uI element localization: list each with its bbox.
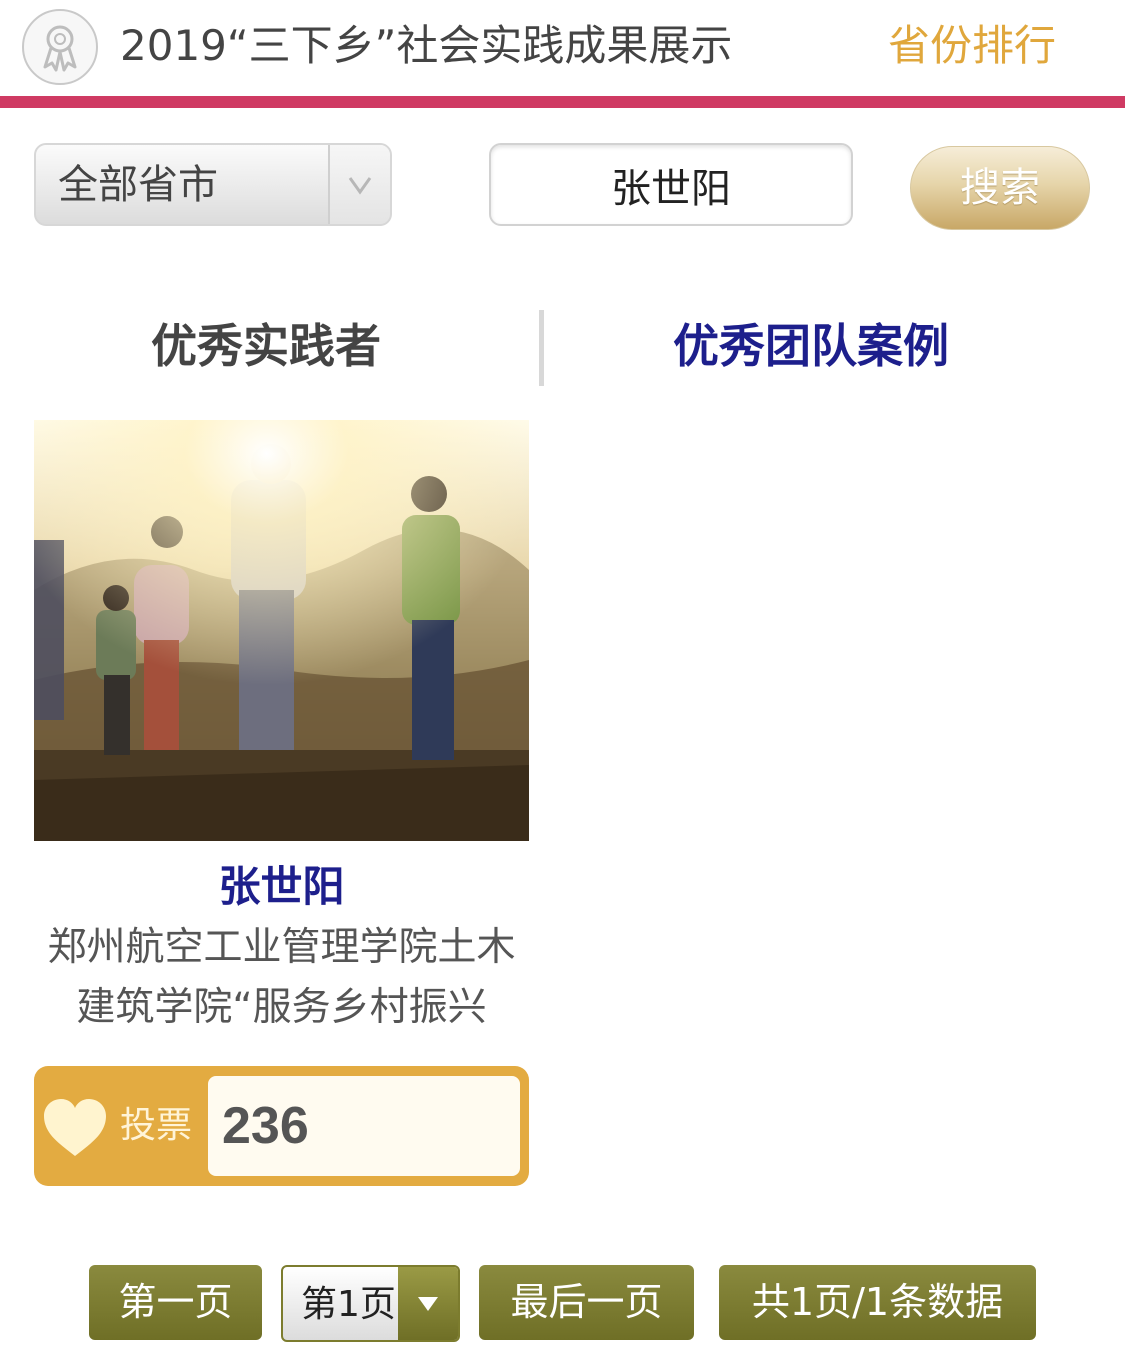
chevron-down-icon bbox=[328, 145, 390, 224]
vote-count-box: 236 bbox=[208, 1076, 520, 1176]
page-select-value: 第1页 bbox=[301, 1284, 396, 1325]
result-photo[interactable] bbox=[34, 420, 529, 841]
page-title: 2019“三下乡”社会实践成果展示 bbox=[120, 21, 733, 70]
vote-button[interactable]: 投票 236 bbox=[34, 1066, 529, 1186]
tab-outstanding-practitioners[interactable]: 优秀实践者 bbox=[151, 314, 381, 378]
province-ranking-link[interactable]: 省份排行 bbox=[888, 18, 1056, 74]
page-select[interactable]: 第1页 bbox=[281, 1265, 460, 1342]
tab-outstanding-team-cases[interactable]: 优秀团队案例 bbox=[673, 314, 949, 378]
search-button[interactable]: 搜索 bbox=[910, 146, 1090, 230]
search-input[interactable] bbox=[489, 143, 853, 226]
result-description: 郑州航空工业管理学院土木建筑学院“服务乡村振兴 bbox=[47, 925, 516, 1030]
page-summary: 共1页/1条数据 bbox=[719, 1265, 1036, 1340]
first-page-button[interactable]: 第一页 bbox=[89, 1265, 262, 1340]
heart-icon bbox=[40, 1096, 110, 1160]
header-accent-divider bbox=[0, 96, 1125, 108]
vote-count: 236 bbox=[222, 1097, 309, 1155]
result-name[interactable]: 张世阳 bbox=[34, 858, 529, 916]
last-page-button[interactable]: 最后一页 bbox=[479, 1265, 694, 1340]
province-select-value: 全部省市 bbox=[58, 162, 218, 208]
vote-label: 投票 bbox=[120, 1105, 193, 1146]
chevron-down-icon bbox=[398, 1267, 458, 1340]
award-ribbon-icon bbox=[22, 9, 98, 85]
tab-divider bbox=[539, 310, 544, 386]
province-select[interactable]: 全部省市 bbox=[34, 143, 392, 226]
